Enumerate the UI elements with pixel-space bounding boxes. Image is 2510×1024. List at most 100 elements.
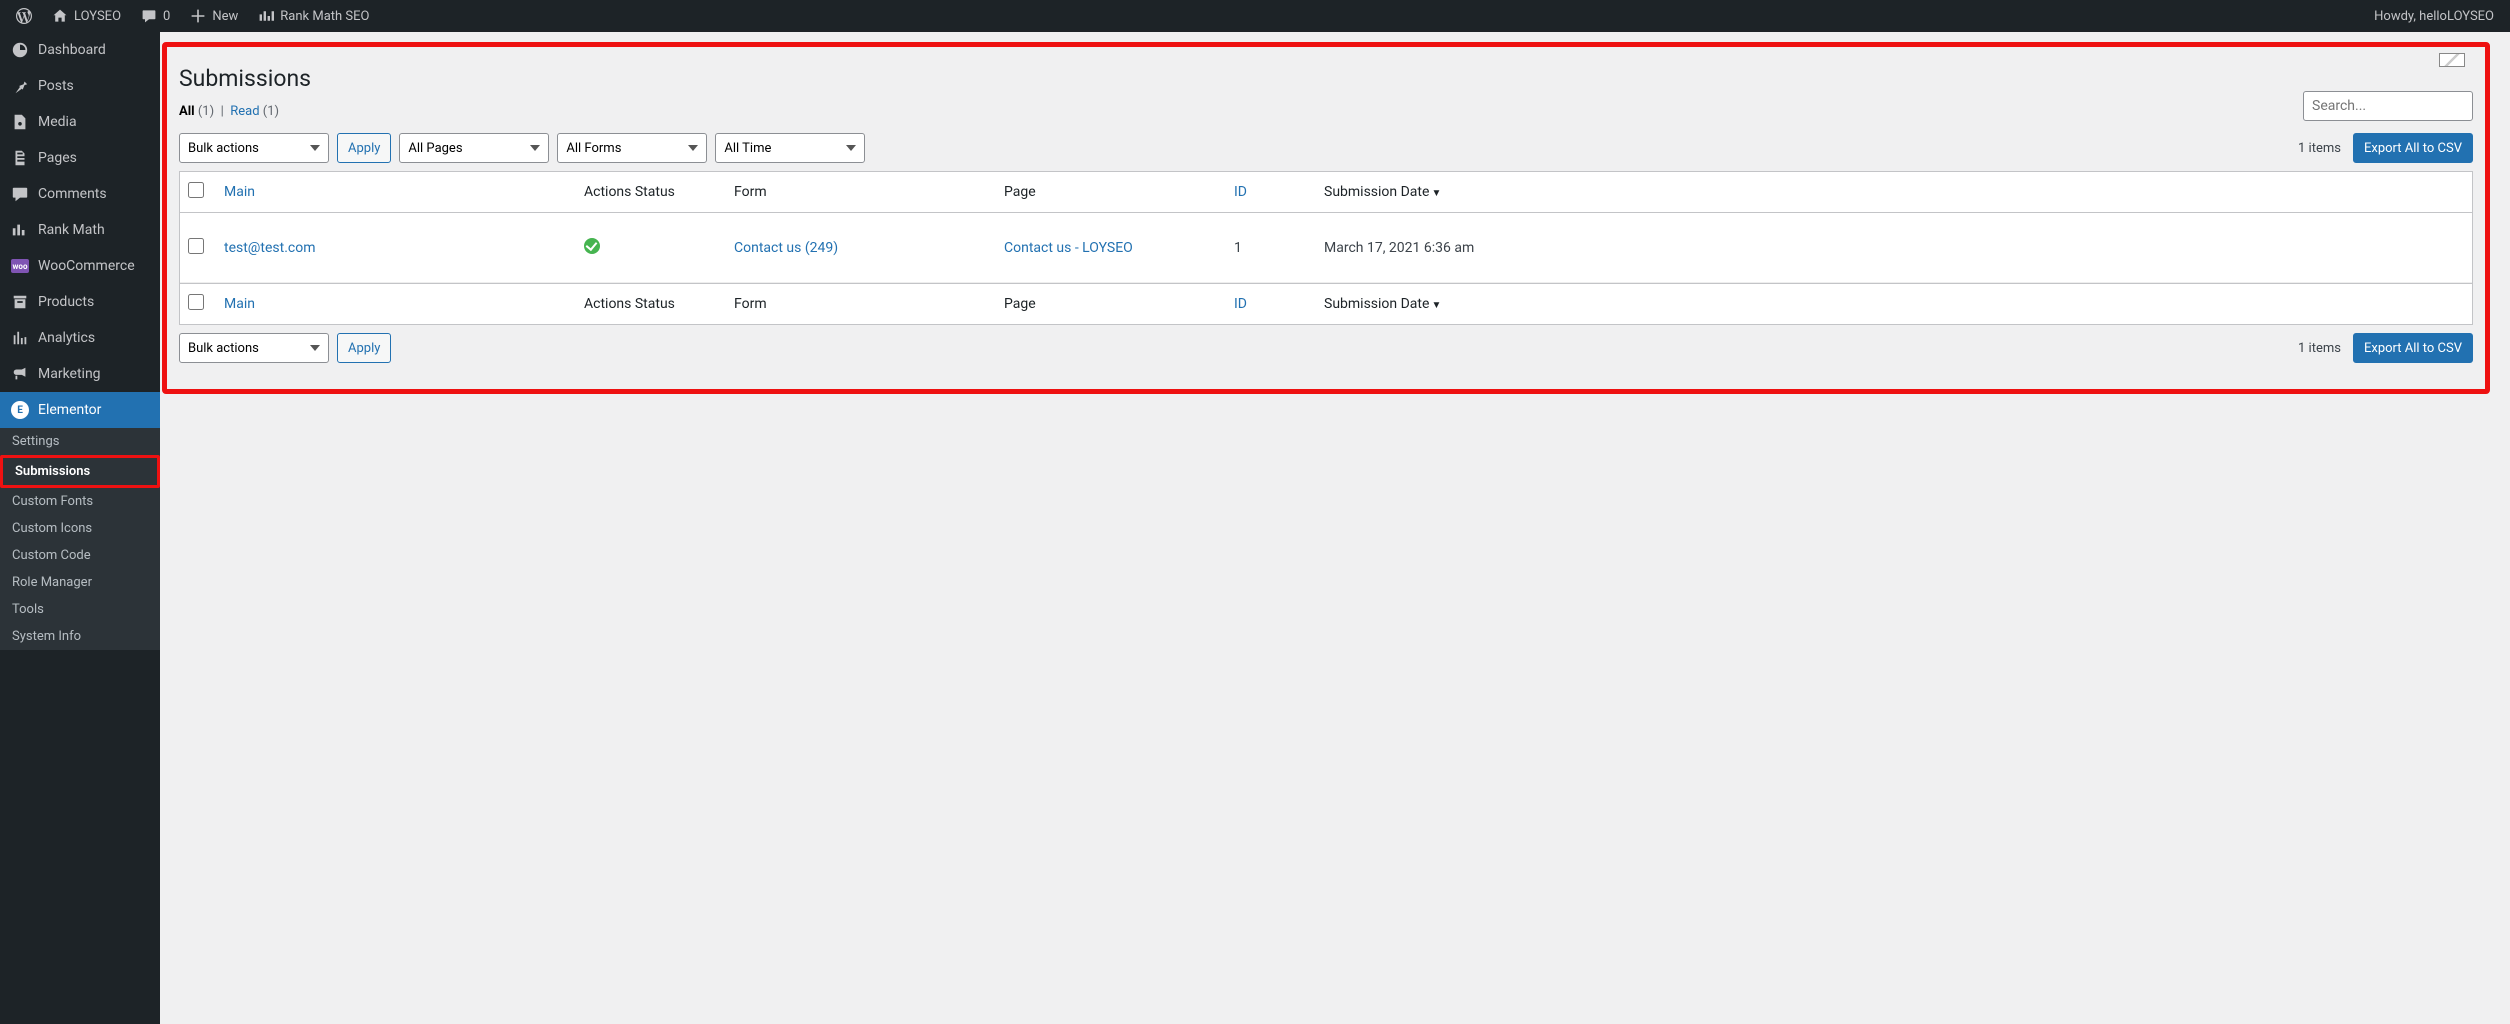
sidebar-item-label: Comments [38,186,107,202]
select-all-header [180,172,214,213]
col-form: Form [724,172,994,213]
wp-logo[interactable] [8,0,40,32]
row-id: 1 [1224,213,1314,283]
col-page-footer: Page [994,283,1224,324]
items-count-bottom: 1 items [2298,341,2341,356]
submenu-system-info[interactable]: System Info [0,623,160,650]
sort-desc-icon: ▼ [1431,188,1441,199]
row-date: March 17, 2021 6:36 am [1314,213,2472,283]
bulk-actions-select-bottom[interactable]: Bulk actions [179,333,329,363]
status-success-icon [584,238,600,254]
apply-button-bottom[interactable]: Apply [337,333,391,363]
submenu-tools[interactable]: Tools [0,596,160,623]
admin-bar: LOYSEO 0 New Rank Math SEO Howdy, helloL… [0,0,2510,32]
media-icon [10,112,30,132]
elementor-icon: E [10,400,30,420]
view-all[interactable]: All [179,104,195,119]
sidebar-item-woocommerce[interactable]: woo WooCommerce [0,248,160,284]
submenu-custom-fonts[interactable]: Custom Fonts [0,488,160,515]
admin-sidebar: Dashboard Posts Media Pages Comments Ran… [0,32,160,1024]
submenu-settings[interactable]: Settings [0,428,160,455]
page-title: Submissions [179,57,2473,96]
items-count: 1 items [2298,141,2341,156]
col-date[interactable]: Submission Date▼ [1314,172,2472,213]
main-content: Submissions All (1) | Read (1) Bulk acti… [160,32,2510,434]
view-read[interactable]: Read [230,104,259,119]
select-all-checkbox-footer[interactable] [188,294,204,310]
broken-image-icon [2439,53,2465,67]
sidebar-item-marketing[interactable]: Marketing [0,356,160,392]
filter-time-select[interactable]: All Time [715,133,865,163]
col-form-footer: Form [724,283,994,324]
sidebar-item-label: Marketing [38,366,101,382]
row-checkbox[interactable] [188,238,204,254]
col-status: Actions Status [574,172,724,213]
site-name[interactable]: LOYSEO [44,0,129,32]
col-page: Page [994,172,1224,213]
sidebar-item-rankmath[interactable]: Rank Math [0,212,160,248]
admin-bar-left: LOYSEO 0 New Rank Math SEO [8,0,377,32]
select-all-checkbox[interactable] [188,182,204,198]
comment-icon [10,184,30,204]
sidebar-item-label: Media [38,114,77,130]
megaphone-icon [10,364,30,384]
comments-link[interactable]: 0 [133,0,178,32]
sidebar-item-media[interactable]: Media [0,104,160,140]
table-row: test@test.com Contact us (249) Contact u… [180,213,2472,283]
my-account[interactable]: Howdy, helloLOYSEO [2366,0,2502,32]
submenu-role-manager[interactable]: Role Manager [0,569,160,596]
sidebar-item-comments[interactable]: Comments [0,176,160,212]
site-name-label: LOYSEO [74,9,121,24]
read-count: (1) [263,104,279,119]
row-form-link[interactable]: Contact us (249) [734,240,838,256]
sidebar-item-products[interactable]: Products [0,284,160,320]
export-csv-button[interactable]: Export All to CSV [2353,133,2473,163]
sidebar-item-elementor[interactable]: E Elementor [0,392,160,428]
col-main-footer[interactable]: Main [214,283,574,324]
rankmath-link[interactable]: Rank Math SEO [250,0,377,32]
col-date-footer[interactable]: Submission Date▼ [1314,283,2472,324]
archive-icon [10,292,30,312]
comments-count: 0 [163,9,170,24]
rankmath-label: Rank Math SEO [280,9,369,24]
sidebar-item-dashboard[interactable]: Dashboard [0,32,160,68]
home-icon [52,8,68,24]
chart-icon [10,220,30,240]
col-status-footer: Actions Status [574,283,724,324]
sidebar-item-label: Posts [38,78,74,94]
sidebar-item-label: Dashboard [38,42,106,58]
export-csv-button-bottom[interactable]: Export All to CSV [2353,333,2473,363]
row-page-link[interactable]: Contact us - LOYSEO [1004,240,1133,256]
new-content[interactable]: New [182,0,246,32]
sidebar-item-pages[interactable]: Pages [0,140,160,176]
elementor-submenu: Settings Submissions Custom Fonts Custom… [0,428,160,650]
sidebar-item-posts[interactable]: Posts [0,68,160,104]
search-input[interactable] [2303,91,2473,121]
row-main-link[interactable]: test@test.com [224,240,315,256]
search-box [2303,91,2473,121]
pages-icon [10,148,30,168]
bars-icon [10,328,30,348]
col-id-footer[interactable]: ID [1224,283,1314,324]
apply-button[interactable]: Apply [337,133,391,163]
filter-forms-select[interactable]: All Forms [557,133,707,163]
bulk-actions-select[interactable]: Bulk actions [179,133,329,163]
dashboard-icon [10,40,30,60]
sidebar-item-label: Analytics [38,330,95,346]
submenu-custom-code[interactable]: Custom Code [0,542,160,569]
all-count: (1) [198,104,214,119]
filter-pages-select[interactable]: All Pages [399,133,549,163]
sidebar-item-label: Products [38,294,94,310]
sidebar-item-analytics[interactable]: Analytics [0,320,160,356]
woo-icon: woo [10,256,30,276]
plus-icon [190,8,206,24]
sidebar-item-label: Pages [38,150,77,166]
wordpress-icon [16,8,32,24]
col-main[interactable]: Main [214,172,574,213]
sidebar-item-label: Rank Math [38,222,105,238]
submenu-submissions[interactable]: Submissions [0,455,160,488]
col-id[interactable]: ID [1224,172,1314,213]
submenu-custom-icons[interactable]: Custom Icons [0,515,160,542]
tablenav-top: Bulk actions Apply All Pages All Forms A… [179,131,2473,165]
chart-icon [258,8,274,24]
